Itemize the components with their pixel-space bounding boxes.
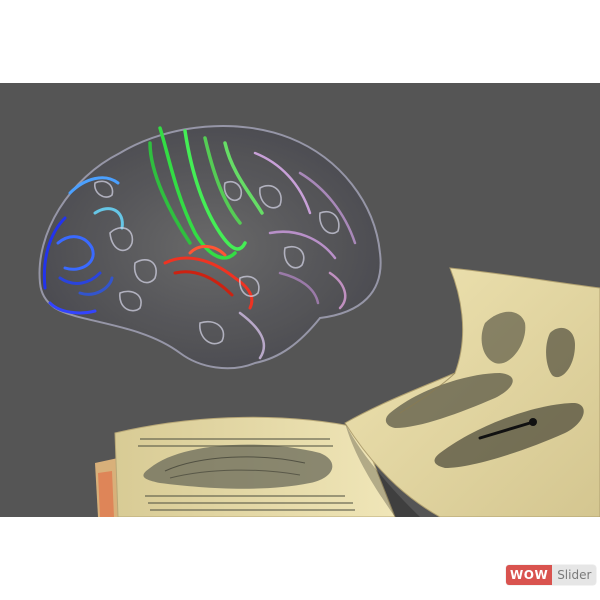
scene-illustration [38, 125, 600, 517]
wowslider-watermark[interactable]: WOW Slider [506, 565, 597, 585]
watermark-slider: Slider [552, 565, 597, 585]
slide-image [0, 83, 600, 517]
watermark-wow: WOW [506, 565, 553, 585]
brain-mesh [38, 125, 382, 370]
